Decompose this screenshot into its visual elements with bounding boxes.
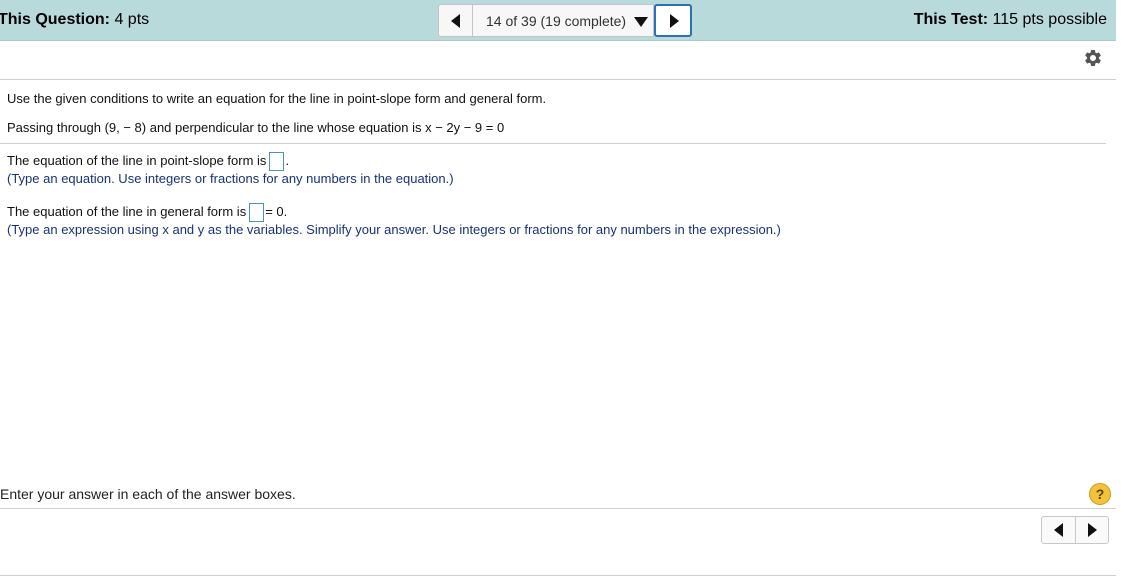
triangle-right-icon	[1087, 523, 1097, 537]
part1-line: The equation of the line in point-slope …	[7, 152, 289, 171]
help-icon[interactable]: ?	[1089, 483, 1111, 505]
question-divider	[0, 143, 1106, 144]
part2-suffix: = 0.	[265, 204, 288, 219]
footer-instruction: Enter your answer in each of the answer …	[0, 486, 296, 502]
part2-line: The equation of the line in general form…	[7, 203, 287, 222]
triangle-left-icon	[451, 14, 460, 28]
pager-controls	[1041, 516, 1109, 544]
previous-question-button[interactable]	[438, 4, 472, 37]
test-points: This Test: 115 pts possible	[914, 11, 1107, 29]
general-form-answer-box[interactable]	[249, 203, 265, 222]
question-navigator: 14 of 39 (19 complete)	[438, 4, 692, 37]
test-points-value: 115 pts possible	[988, 11, 1107, 28]
footer-divider	[0, 508, 1116, 509]
gear-icon[interactable]	[1083, 48, 1103, 68]
question-points-label: This Question:	[0, 11, 110, 28]
part1-hint: (Type an equation. Use integers or fract…	[7, 171, 454, 186]
question-points: This Question: 4 pts	[0, 11, 149, 29]
point-slope-answer-box[interactable]	[269, 152, 285, 171]
part2-prefix: The equation of the line in general form…	[7, 204, 247, 219]
part1-prefix: The equation of the line in point-slope …	[7, 153, 267, 168]
question-instruction: Use the given conditions to write an equ…	[7, 91, 547, 106]
test-points-label: This Test:	[913, 11, 989, 28]
triangle-down-icon	[634, 17, 648, 27]
triangle-left-icon	[1054, 523, 1063, 537]
triangle-right-icon	[670, 14, 679, 28]
part1-suffix: .	[285, 153, 290, 168]
question-given: Passing through (9, − 8) and perpendicul…	[7, 120, 505, 135]
header-bar: This Question: 4 pts 14 of 39 (19 comple…	[0, 0, 1116, 41]
part2-hint: (Type an expression using x and y as the…	[7, 222, 781, 237]
pager-next-button[interactable]	[1076, 517, 1109, 543]
pager-previous-button[interactable]	[1042, 517, 1076, 543]
question-points-value: 4 pts	[110, 11, 150, 28]
next-question-button[interactable]	[654, 4, 692, 37]
bottom-divider	[0, 575, 1116, 576]
top-divider	[0, 79, 1116, 80]
question-select-dropdown[interactable]: 14 of 39 (19 complete)	[472, 4, 654, 37]
question-select-label: 14 of 39 (19 complete)	[486, 13, 627, 29]
